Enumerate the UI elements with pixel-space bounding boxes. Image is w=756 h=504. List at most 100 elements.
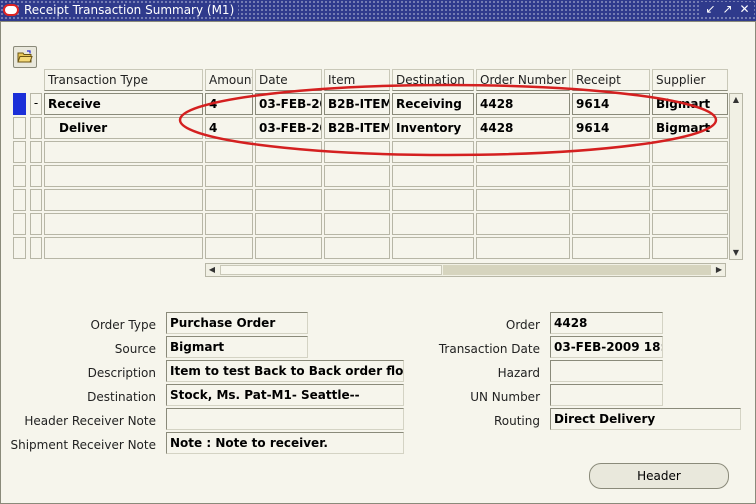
empty-cell[interactable] [205,213,253,235]
empty-cell[interactable] [572,189,650,211]
empty-cell[interactable] [44,237,203,259]
header-receiver-note-field[interactable] [166,408,404,430]
un-number-field[interactable] [550,384,663,406]
empty-cell[interactable] [572,141,650,163]
column-header-supplier[interactable]: Supplier [652,69,728,91]
vertical-scrollbar[interactable]: ▲ ▼ [729,93,743,260]
cell-date[interactable]: 03-FEB-2009 [255,93,322,115]
empty-cell[interactable] [392,237,474,259]
empty-cell[interactable] [205,237,253,259]
source-field[interactable]: Bigmart [166,336,308,358]
row-indicator[interactable] [30,237,42,259]
column-header-order-number[interactable]: Order Number [476,69,570,91]
horizontal-scrollbar[interactable]: ◀ ▶ [205,263,726,277]
destination-field[interactable]: Stock, Ms. Pat-M1- Seattle-- [166,384,404,406]
record-selector[interactable] [13,165,26,187]
column-header-date[interactable]: Date [255,69,322,91]
empty-cell[interactable] [205,189,253,211]
empty-cell[interactable] [476,237,570,259]
empty-cell[interactable] [652,141,728,163]
empty-cell[interactable] [392,189,474,211]
scroll-right-icon[interactable]: ▶ [713,264,725,276]
row-indicator[interactable] [30,141,42,163]
row-indicator[interactable]: - [30,93,42,115]
column-header-amount[interactable]: Amount [205,69,253,91]
empty-cell[interactable] [44,213,203,235]
empty-cell[interactable] [255,189,322,211]
row-indicator[interactable] [30,165,42,187]
cell-receipt[interactable]: 9614 [572,93,650,115]
empty-cell[interactable] [255,237,322,259]
restore-icon[interactable]: ↙ [703,2,718,17]
empty-cell[interactable] [205,165,253,187]
empty-cell[interactable] [255,141,322,163]
empty-cell[interactable] [652,189,728,211]
scroll-up-icon[interactable]: ▲ [730,94,742,106]
empty-cell[interactable] [324,213,390,235]
transaction-date-field[interactable]: 03-FEB-2009 18:26 [550,336,663,358]
empty-cell[interactable] [255,165,322,187]
scroll-left-icon[interactable]: ◀ [206,264,218,276]
shipment-receiver-note-field[interactable]: Note : Note to receiver. [166,432,404,454]
scroll-track[interactable] [443,265,711,275]
empty-cell[interactable] [476,189,570,211]
empty-cell[interactable] [392,141,474,163]
column-header-destination[interactable]: Destination [392,69,474,91]
empty-cell[interactable] [392,165,474,187]
cell-order-number[interactable]: 4428 [476,93,570,115]
row-indicator[interactable] [30,117,42,139]
routing-field[interactable]: Direct Delivery [550,408,741,430]
empty-cell[interactable] [205,141,253,163]
empty-cell[interactable] [324,165,390,187]
header-button[interactable]: Header [589,463,729,489]
cell-transaction-type[interactable]: Deliver [44,117,203,139]
cell-destination[interactable]: Receiving [392,93,474,115]
column-header-receipt[interactable]: Receipt [572,69,650,91]
cell-supplier[interactable]: Bigmart [652,93,728,115]
empty-cell[interactable] [476,213,570,235]
row-indicator[interactable] [30,189,42,211]
description-field[interactable]: Item to test Back to Back order flow [166,360,404,382]
scroll-thumb[interactable] [220,265,442,275]
close-icon[interactable]: ✕ [737,2,752,17]
empty-cell[interactable] [572,237,650,259]
record-selector[interactable] [13,237,26,259]
record-selector[interactable] [13,189,26,211]
empty-cell[interactable] [652,213,728,235]
cell-supplier[interactable]: Bigmart [652,117,728,139]
cell-destination[interactable]: Inventory [392,117,474,139]
empty-cell[interactable] [476,165,570,187]
current-record-indicator[interactable] [13,93,26,115]
empty-cell[interactable] [652,165,728,187]
cell-order-number[interactable]: 4428 [476,117,570,139]
hazard-field[interactable] [550,360,663,382]
empty-cell[interactable] [324,237,390,259]
empty-cell[interactable] [652,237,728,259]
empty-cell[interactable] [324,141,390,163]
scroll-down-icon[interactable]: ▼ [730,247,742,259]
record-selector[interactable] [13,117,26,139]
cell-transaction-type[interactable]: Receive [44,93,203,115]
cell-amount[interactable]: 4 [205,93,253,115]
cell-item[interactable]: B2B-ITEM [324,117,390,139]
empty-cell[interactable] [44,189,203,211]
order-type-field[interactable]: Purchase Order [166,312,308,334]
empty-cell[interactable] [392,213,474,235]
order-field[interactable]: 4428 [550,312,663,334]
empty-cell[interactable] [44,141,203,163]
maximize-icon[interactable]: ↗ [720,2,735,17]
cell-item[interactable]: B2B-ITEM [324,93,390,115]
column-header-item[interactable]: Item [324,69,390,91]
record-selector[interactable] [13,213,26,235]
row-indicator[interactable] [30,213,42,235]
cell-date[interactable]: 03-FEB-2009 [255,117,322,139]
empty-cell[interactable] [255,213,322,235]
empty-cell[interactable] [476,141,570,163]
cell-receipt[interactable]: 9614 [572,117,650,139]
empty-cell[interactable] [324,189,390,211]
cell-amount[interactable]: 4 [205,117,253,139]
folder-open-button[interactable] [13,46,37,68]
empty-cell[interactable] [44,165,203,187]
column-header-transaction-type[interactable]: Transaction Type [44,69,203,91]
empty-cell[interactable] [572,165,650,187]
